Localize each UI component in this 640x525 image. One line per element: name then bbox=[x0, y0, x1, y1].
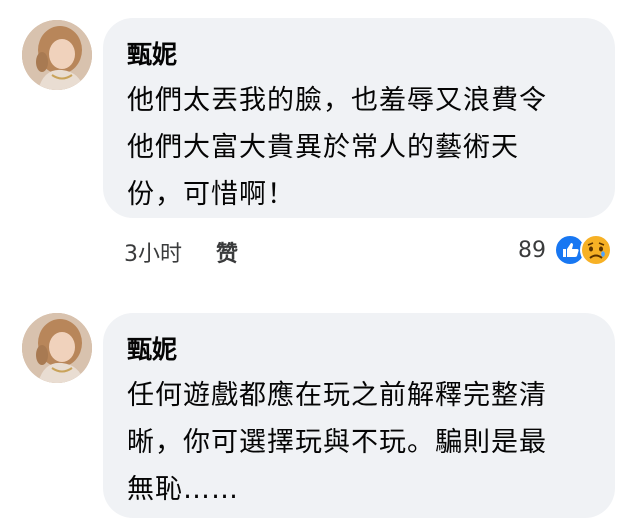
comment-line: 無恥…… bbox=[127, 474, 239, 505]
comment-line: 份，可惜啊！ bbox=[127, 179, 295, 210]
avatar[interactable] bbox=[22, 20, 92, 90]
comment-line: 他們大富大貴異於常人的藝術天 bbox=[127, 132, 519, 163]
comment-timestamp[interactable]: 3小时 bbox=[124, 236, 182, 268]
reaction-count: 89 bbox=[518, 237, 546, 263]
comment-bubble: 甄妮 任何遊戲都應在玩之前解釋完整清 晰，你可選擇玩與不玩。騙則是最 無恥…… bbox=[103, 313, 615, 518]
reaction-summary[interactable]: 89 bbox=[518, 232, 612, 268]
comment-line: 任何遊戲都應在玩之前解釋完整清 bbox=[127, 380, 547, 411]
sad-icon bbox=[580, 234, 612, 266]
comment-line: 晰，你可選擇玩與不玩。騙則是最 bbox=[127, 427, 547, 458]
reaction-icons bbox=[554, 234, 612, 266]
comment-actions: 3小时 赞 bbox=[124, 236, 238, 268]
comment-author[interactable]: 甄妮 bbox=[127, 335, 593, 365]
comment-author[interactable]: 甄妮 bbox=[127, 40, 593, 70]
comment-2: 甄妮 任何遊戲都應在玩之前解釋完整清 晰，你可選擇玩與不玩。騙則是最 無恥…… bbox=[0, 290, 640, 525]
like-button[interactable]: 赞 bbox=[216, 236, 238, 268]
avatar-image bbox=[22, 20, 92, 90]
comment-1: 甄妮 他們太丟我的臉，也羞辱又浪費令 他們大富大貴異於常人的藝術天 份，可惜啊！… bbox=[0, 0, 640, 280]
avatar[interactable] bbox=[22, 313, 92, 383]
comment-line: 他們太丟我的臉，也羞辱又浪費令 bbox=[127, 85, 547, 116]
comment-text: 他們太丟我的臉，也羞辱又浪費令 他們大富大貴異於常人的藝術天 份，可惜啊！ bbox=[127, 77, 593, 218]
comment-bubble: 甄妮 他們太丟我的臉，也羞辱又浪費令 他們大富大貴異於常人的藝術天 份，可惜啊！ bbox=[103, 18, 615, 218]
comment-text: 任何遊戲都應在玩之前解釋完整清 晰，你可選擇玩與不玩。騙則是最 無恥…… bbox=[127, 372, 593, 513]
avatar-image bbox=[22, 313, 92, 383]
